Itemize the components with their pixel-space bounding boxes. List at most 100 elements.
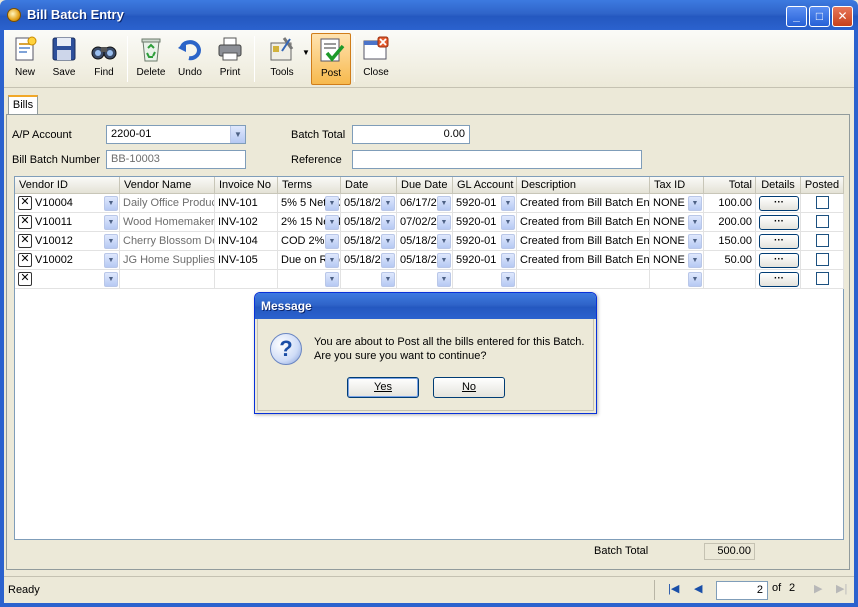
cell-date[interactable]: 05/18/2 ▼ (341, 213, 397, 232)
undo-button[interactable]: Undo (170, 33, 210, 85)
tab-bills[interactable]: Bills (8, 95, 38, 115)
cell-description[interactable]: Created from Bill Batch Entry (517, 251, 650, 270)
cell-posted[interactable] (801, 232, 844, 251)
cell-gl-account[interactable]: 5920-01 ▼ (453, 213, 517, 232)
chevron-down-icon[interactable]: ▼ (104, 215, 118, 230)
cell-terms[interactable]: ▼ (278, 270, 341, 289)
cell-total[interactable]: 200.00 (704, 213, 756, 232)
reference-field[interactable] (352, 150, 642, 169)
details-button[interactable]: ··· (759, 215, 799, 230)
chevron-down-icon[interactable]: ▼ (381, 196, 395, 211)
chevron-down-icon[interactable]: ▼ (437, 215, 451, 230)
delete-row-icon[interactable]: ✕ (18, 272, 32, 286)
cell-tax-id[interactable]: ▼ (650, 270, 704, 289)
col-date[interactable]: Date (341, 177, 397, 194)
delete-row-icon[interactable]: ✕ (18, 253, 32, 267)
cell-posted[interactable] (801, 251, 844, 270)
last-page-icon[interactable]: ▶| (836, 582, 847, 595)
cell-gl-account[interactable]: 5920-01 ▼ (453, 251, 517, 270)
cell-description[interactable]: Created from Bill Batch Entry (517, 232, 650, 251)
col-tax-id[interactable]: Tax ID (650, 177, 704, 194)
close-window-button[interactable]: ✕ (832, 6, 853, 27)
chevron-down-icon[interactable]: ▼ (104, 272, 118, 287)
chevron-down-icon[interactable]: ▼ (688, 215, 702, 230)
chevron-down-icon[interactable]: ▼ (104, 253, 118, 268)
cell-gl-account[interactable]: ▼ (453, 270, 517, 289)
col-due-date[interactable]: Due Date (397, 177, 453, 194)
col-details[interactable]: Details (756, 177, 801, 194)
chevron-down-icon[interactable]: ▼ (381, 234, 395, 249)
chevron-down-icon[interactable]: ▼ (501, 234, 515, 249)
tools-dropdown-arrow-icon[interactable]: ▼ (302, 48, 310, 57)
cell-date[interactable]: ▼ (341, 270, 397, 289)
cell-terms[interactable]: Due on Receipt▼ (278, 251, 341, 270)
chevron-down-icon[interactable]: ▼ (381, 272, 395, 287)
cell-total[interactable]: 150.00 (704, 232, 756, 251)
cell-invoice-no[interactable]: INV-101 (215, 194, 278, 213)
cell-vendor-id[interactable]: ✕ ▼ (15, 270, 120, 289)
posted-checkbox[interactable] (816, 253, 829, 266)
save-button[interactable]: Save (44, 33, 84, 85)
print-button[interactable]: Print (210, 33, 250, 85)
col-total[interactable]: Total (704, 177, 756, 194)
cell-due-date[interactable]: ▼ (397, 270, 453, 289)
no-button[interactable]: No (433, 377, 505, 398)
previous-page-icon[interactable]: ◀ (694, 582, 702, 595)
delete-button[interactable]: Delete (131, 33, 171, 85)
chevron-down-icon[interactable]: ▼ (501, 253, 515, 268)
chevron-down-icon[interactable]: ▼ (437, 196, 451, 211)
cell-vendor-name[interactable] (120, 270, 215, 289)
new-button[interactable]: New (5, 33, 45, 85)
col-invoice-no[interactable]: Invoice No (215, 177, 278, 194)
cell-tax-id[interactable]: NONE ▼ (650, 251, 704, 270)
cell-description[interactable]: Created from Bill Batch Entry (517, 194, 650, 213)
cell-vendor-id[interactable]: ✕ V10012 ▼ (15, 232, 120, 251)
chevron-down-icon[interactable]: ▼ (501, 272, 515, 287)
chevron-down-icon[interactable]: ▼ (501, 196, 515, 211)
yes-button[interactable]: Yes (347, 377, 419, 398)
posted-checkbox[interactable] (816, 215, 829, 228)
post-button[interactable]: Post (311, 33, 351, 85)
cell-date[interactable]: 05/18/2 ▼ (341, 251, 397, 270)
cell-date[interactable]: 05/18/2 ▼ (341, 232, 397, 251)
col-vendor-id[interactable]: Vendor ID (15, 177, 120, 194)
cell-invoice-no[interactable]: INV-102 (215, 213, 278, 232)
chevron-down-icon[interactable]: ▼ (325, 272, 339, 287)
cell-posted[interactable] (801, 213, 844, 232)
cell-gl-account[interactable]: 5920-01 ▼ (453, 232, 517, 251)
page-number-input[interactable]: 2 (716, 581, 768, 600)
cell-vendor-id[interactable]: ✕ V10011 ▼ (15, 213, 120, 232)
details-button[interactable]: ··· (759, 234, 799, 249)
chevron-down-icon[interactable]: ▼ (688, 196, 702, 211)
cell-details[interactable]: ··· (756, 232, 801, 251)
chevron-down-icon[interactable]: ▼ (325, 253, 339, 268)
cell-vendor-name[interactable]: Wood Homemakers (120, 213, 215, 232)
cell-details[interactable]: ··· (756, 251, 801, 270)
next-page-icon[interactable]: ▶ (814, 582, 822, 595)
cell-terms[interactable]: COD 2% ▼ (278, 232, 341, 251)
cell-total[interactable] (704, 270, 756, 289)
cell-terms[interactable]: 2% 15 Net 45 ▼ (278, 213, 341, 232)
col-terms[interactable]: Terms (278, 177, 341, 194)
cell-due-date[interactable]: 06/17/2 ▼ (397, 194, 453, 213)
chevron-down-icon[interactable]: ▼ (437, 234, 451, 249)
batch-number-field[interactable]: BB-10003 (106, 150, 246, 169)
cell-posted[interactable] (801, 270, 844, 289)
cell-posted[interactable] (801, 194, 844, 213)
delete-row-icon[interactable]: ✕ (18, 196, 32, 210)
cell-due-date[interactable]: 05/18/2 ▼ (397, 232, 453, 251)
find-button[interactable]: Find (84, 33, 124, 85)
batch-total-field[interactable]: 0.00 (352, 125, 470, 144)
cell-total[interactable]: 100.00 (704, 194, 756, 213)
cell-vendor-name[interactable]: Cherry Blossom Designs (120, 232, 215, 251)
chevron-down-icon[interactable]: ▼ (230, 126, 245, 143)
cell-tax-id[interactable]: NONE ▼ (650, 232, 704, 251)
cell-tax-id[interactable]: NONE ▼ (650, 213, 704, 232)
cell-invoice-no[interactable]: INV-104 (215, 232, 278, 251)
chevron-down-icon[interactable]: ▼ (325, 215, 339, 230)
chevron-down-icon[interactable]: ▼ (437, 253, 451, 268)
cell-gl-account[interactable]: 5920-01 ▼ (453, 194, 517, 213)
cell-vendor-name[interactable]: Daily Office Products (120, 194, 215, 213)
tools-button[interactable]: Tools (262, 33, 302, 85)
col-posted[interactable]: Posted (801, 177, 844, 194)
